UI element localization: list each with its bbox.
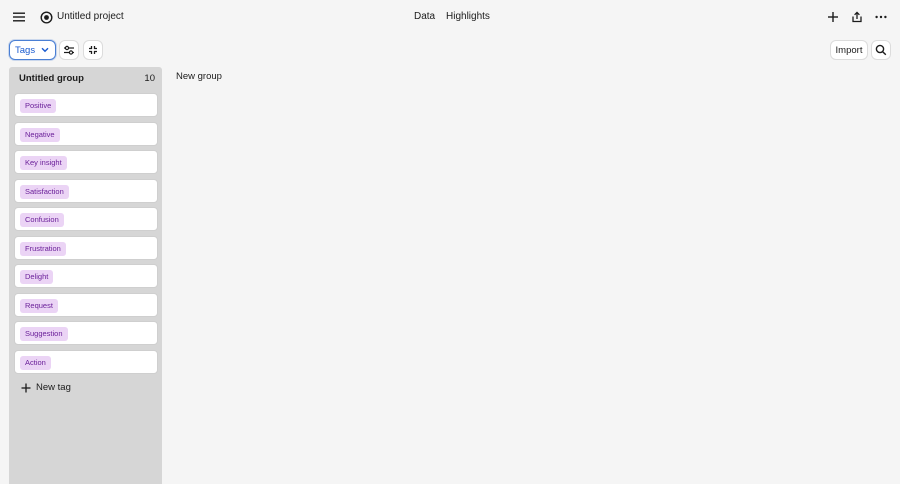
new-group-button[interactable]: New group — [176, 71, 222, 82]
tag-label: Action — [20, 356, 51, 370]
tag-card-positive[interactable]: Positive — [14, 93, 158, 117]
tab-highlights[interactable]: Highlights — [446, 10, 490, 24]
collapse-icon — [89, 46, 97, 54]
plus-icon — [828, 12, 838, 22]
tag-card-satisfaction[interactable]: Satisfaction — [14, 179, 158, 203]
ellipsis-icon — [875, 15, 887, 19]
tag-card-negative[interactable]: Negative — [14, 122, 158, 146]
tag-label: Request — [20, 299, 58, 313]
share-icon — [852, 11, 862, 23]
search-icon — [875, 44, 887, 56]
tag-card-key-insight[interactable]: Key insight — [14, 150, 158, 174]
collapse-all-button[interactable] — [83, 40, 103, 60]
import-button[interactable]: Import — [830, 40, 868, 60]
tag-label: Positive — [20, 99, 57, 113]
top-bar: Untitled project Data Highlights — [0, 0, 900, 34]
plus-icon — [21, 383, 31, 392]
tag-label: Key insight — [20, 156, 67, 170]
tag-card-confusion[interactable]: Confusion — [14, 207, 158, 231]
tag-card-delight[interactable]: Delight — [14, 264, 158, 288]
menu-button[interactable] — [8, 6, 30, 28]
share-button[interactable] — [846, 6, 868, 28]
group-title[interactable]: Untitled group — [19, 73, 84, 84]
more-options-button[interactable] — [870, 6, 892, 28]
sliders-icon — [64, 45, 74, 55]
tag-label: Negative — [20, 128, 60, 142]
tags-dropdown[interactable]: Tags — [9, 40, 56, 60]
hamburger-icon — [13, 12, 25, 22]
new-tag-button[interactable]: New tag — [21, 382, 71, 393]
tag-label: Confusion — [20, 213, 64, 227]
tag-card-suggestion[interactable]: Suggestion — [14, 321, 158, 345]
tag-label: Frustration — [20, 242, 66, 256]
new-tag-label: New tag — [36, 382, 71, 393]
filter-button[interactable] — [59, 40, 79, 60]
project-icon — [36, 7, 56, 27]
project-title[interactable]: Untitled project — [57, 10, 124, 24]
tag-label: Suggestion — [20, 327, 68, 341]
compass-icon — [39, 10, 53, 24]
tag-card-request[interactable]: Request — [14, 293, 158, 317]
tag-label: Satisfaction — [20, 185, 69, 199]
tag-group-column: Untitled group 10 Positive Negative Key … — [9, 67, 162, 484]
tag-card-frustration[interactable]: Frustration — [14, 236, 158, 260]
add-button[interactable] — [822, 6, 844, 28]
chevron-down-icon — [41, 47, 49, 53]
tag-label: Delight — [20, 270, 54, 284]
tag-card-action[interactable]: Action — [14, 350, 158, 374]
tab-data[interactable]: Data — [414, 10, 435, 24]
tags-dropdown-label: Tags — [15, 44, 36, 56]
group-tag-count: 10 — [144, 73, 155, 84]
search-button[interactable] — [871, 40, 891, 60]
